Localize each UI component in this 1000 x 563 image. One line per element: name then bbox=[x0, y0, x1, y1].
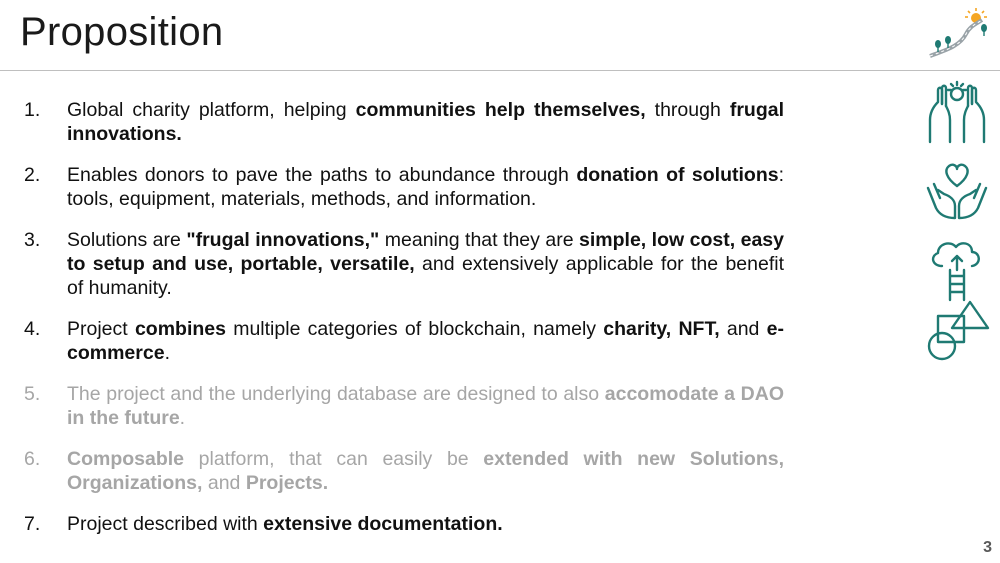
text-span: The project and the underlying database … bbox=[67, 383, 605, 405]
text-span: Solutions are bbox=[67, 229, 187, 251]
list-item: 1. Global charity platform, helping commu… bbox=[24, 98, 784, 146]
list-item: 3. Solutions are "frugal innovations," me… bbox=[24, 228, 784, 300]
text-span: multiple categories of blockchain, namel… bbox=[225, 318, 604, 340]
text-span: and bbox=[719, 318, 767, 340]
page-title: Proposition bbox=[20, 10, 224, 54]
list-item-number: 2. bbox=[24, 164, 41, 186]
bold-text: Composable bbox=[67, 448, 185, 470]
cloud-upload-ladder-icon bbox=[922, 236, 992, 302]
bold-text: donation of solutions bbox=[576, 164, 779, 186]
text-span: . bbox=[164, 342, 170, 364]
list-item-number: 7. bbox=[24, 513, 41, 535]
text-span: through bbox=[645, 99, 730, 121]
bold-text: charity, NFT, bbox=[603, 318, 720, 340]
list-item-text: Project combines multiple categories of … bbox=[67, 317, 784, 365]
list-item-number: 6. bbox=[24, 448, 41, 470]
page-number: 3 bbox=[983, 539, 992, 556]
list-item: 5. The project and the underlying databas… bbox=[24, 382, 784, 430]
text-span: Enables donors to pave the paths to abun… bbox=[67, 164, 577, 186]
list-item-number: 4. bbox=[24, 318, 41, 340]
list-item-text: The project and the underlying database … bbox=[67, 382, 784, 430]
list-item: 6. Composable platform, that can easily b… bbox=[24, 447, 784, 495]
list-item-number: 3. bbox=[24, 229, 41, 251]
proposition-list: 1. Global charity platform, helping commu… bbox=[24, 98, 784, 553]
text-span: . bbox=[179, 407, 186, 429]
list-item-number: 5. bbox=[24, 383, 41, 405]
list-item-text: Global charity platform, helping communi… bbox=[67, 98, 784, 146]
list-item-number: 1. bbox=[24, 99, 41, 121]
text-span: meaning that they are bbox=[379, 229, 580, 251]
list-item: 4. Project combines multiple categories o… bbox=[24, 317, 784, 365]
list-item-text: Solutions are "frugal innovations," mean… bbox=[67, 228, 784, 300]
text-span: and bbox=[202, 472, 246, 494]
title-divider bbox=[0, 70, 1000, 71]
list-item: 7. Project described with extensive docum… bbox=[24, 512, 784, 536]
list-item-text: Composable platform, that can easily be … bbox=[67, 447, 784, 495]
heart-in-hands-icon bbox=[922, 158, 992, 224]
bold-text: "frugal innovations," bbox=[186, 229, 380, 251]
bold-text: Projects. bbox=[245, 472, 329, 494]
bold-text: extensive documentation. bbox=[263, 513, 503, 535]
raised-hands-icon bbox=[922, 80, 992, 146]
bold-text: communities help themselves, bbox=[355, 99, 646, 121]
bold-text: combines bbox=[134, 318, 226, 340]
text-span: Project bbox=[67, 318, 135, 340]
shapes-icon bbox=[922, 298, 992, 364]
list-item-text: Enables donors to pave the paths to abun… bbox=[67, 163, 784, 211]
text-span: Project described with bbox=[67, 513, 264, 535]
text-span: platform, that can easily be bbox=[184, 448, 484, 470]
text-span: Global charity platform, helping bbox=[67, 99, 356, 121]
list-item: 2. Enables donors to pave the paths to ab… bbox=[24, 163, 784, 211]
road-logo-icon bbox=[926, 6, 992, 60]
list-item-text: Project described with extensive documen… bbox=[67, 512, 784, 536]
